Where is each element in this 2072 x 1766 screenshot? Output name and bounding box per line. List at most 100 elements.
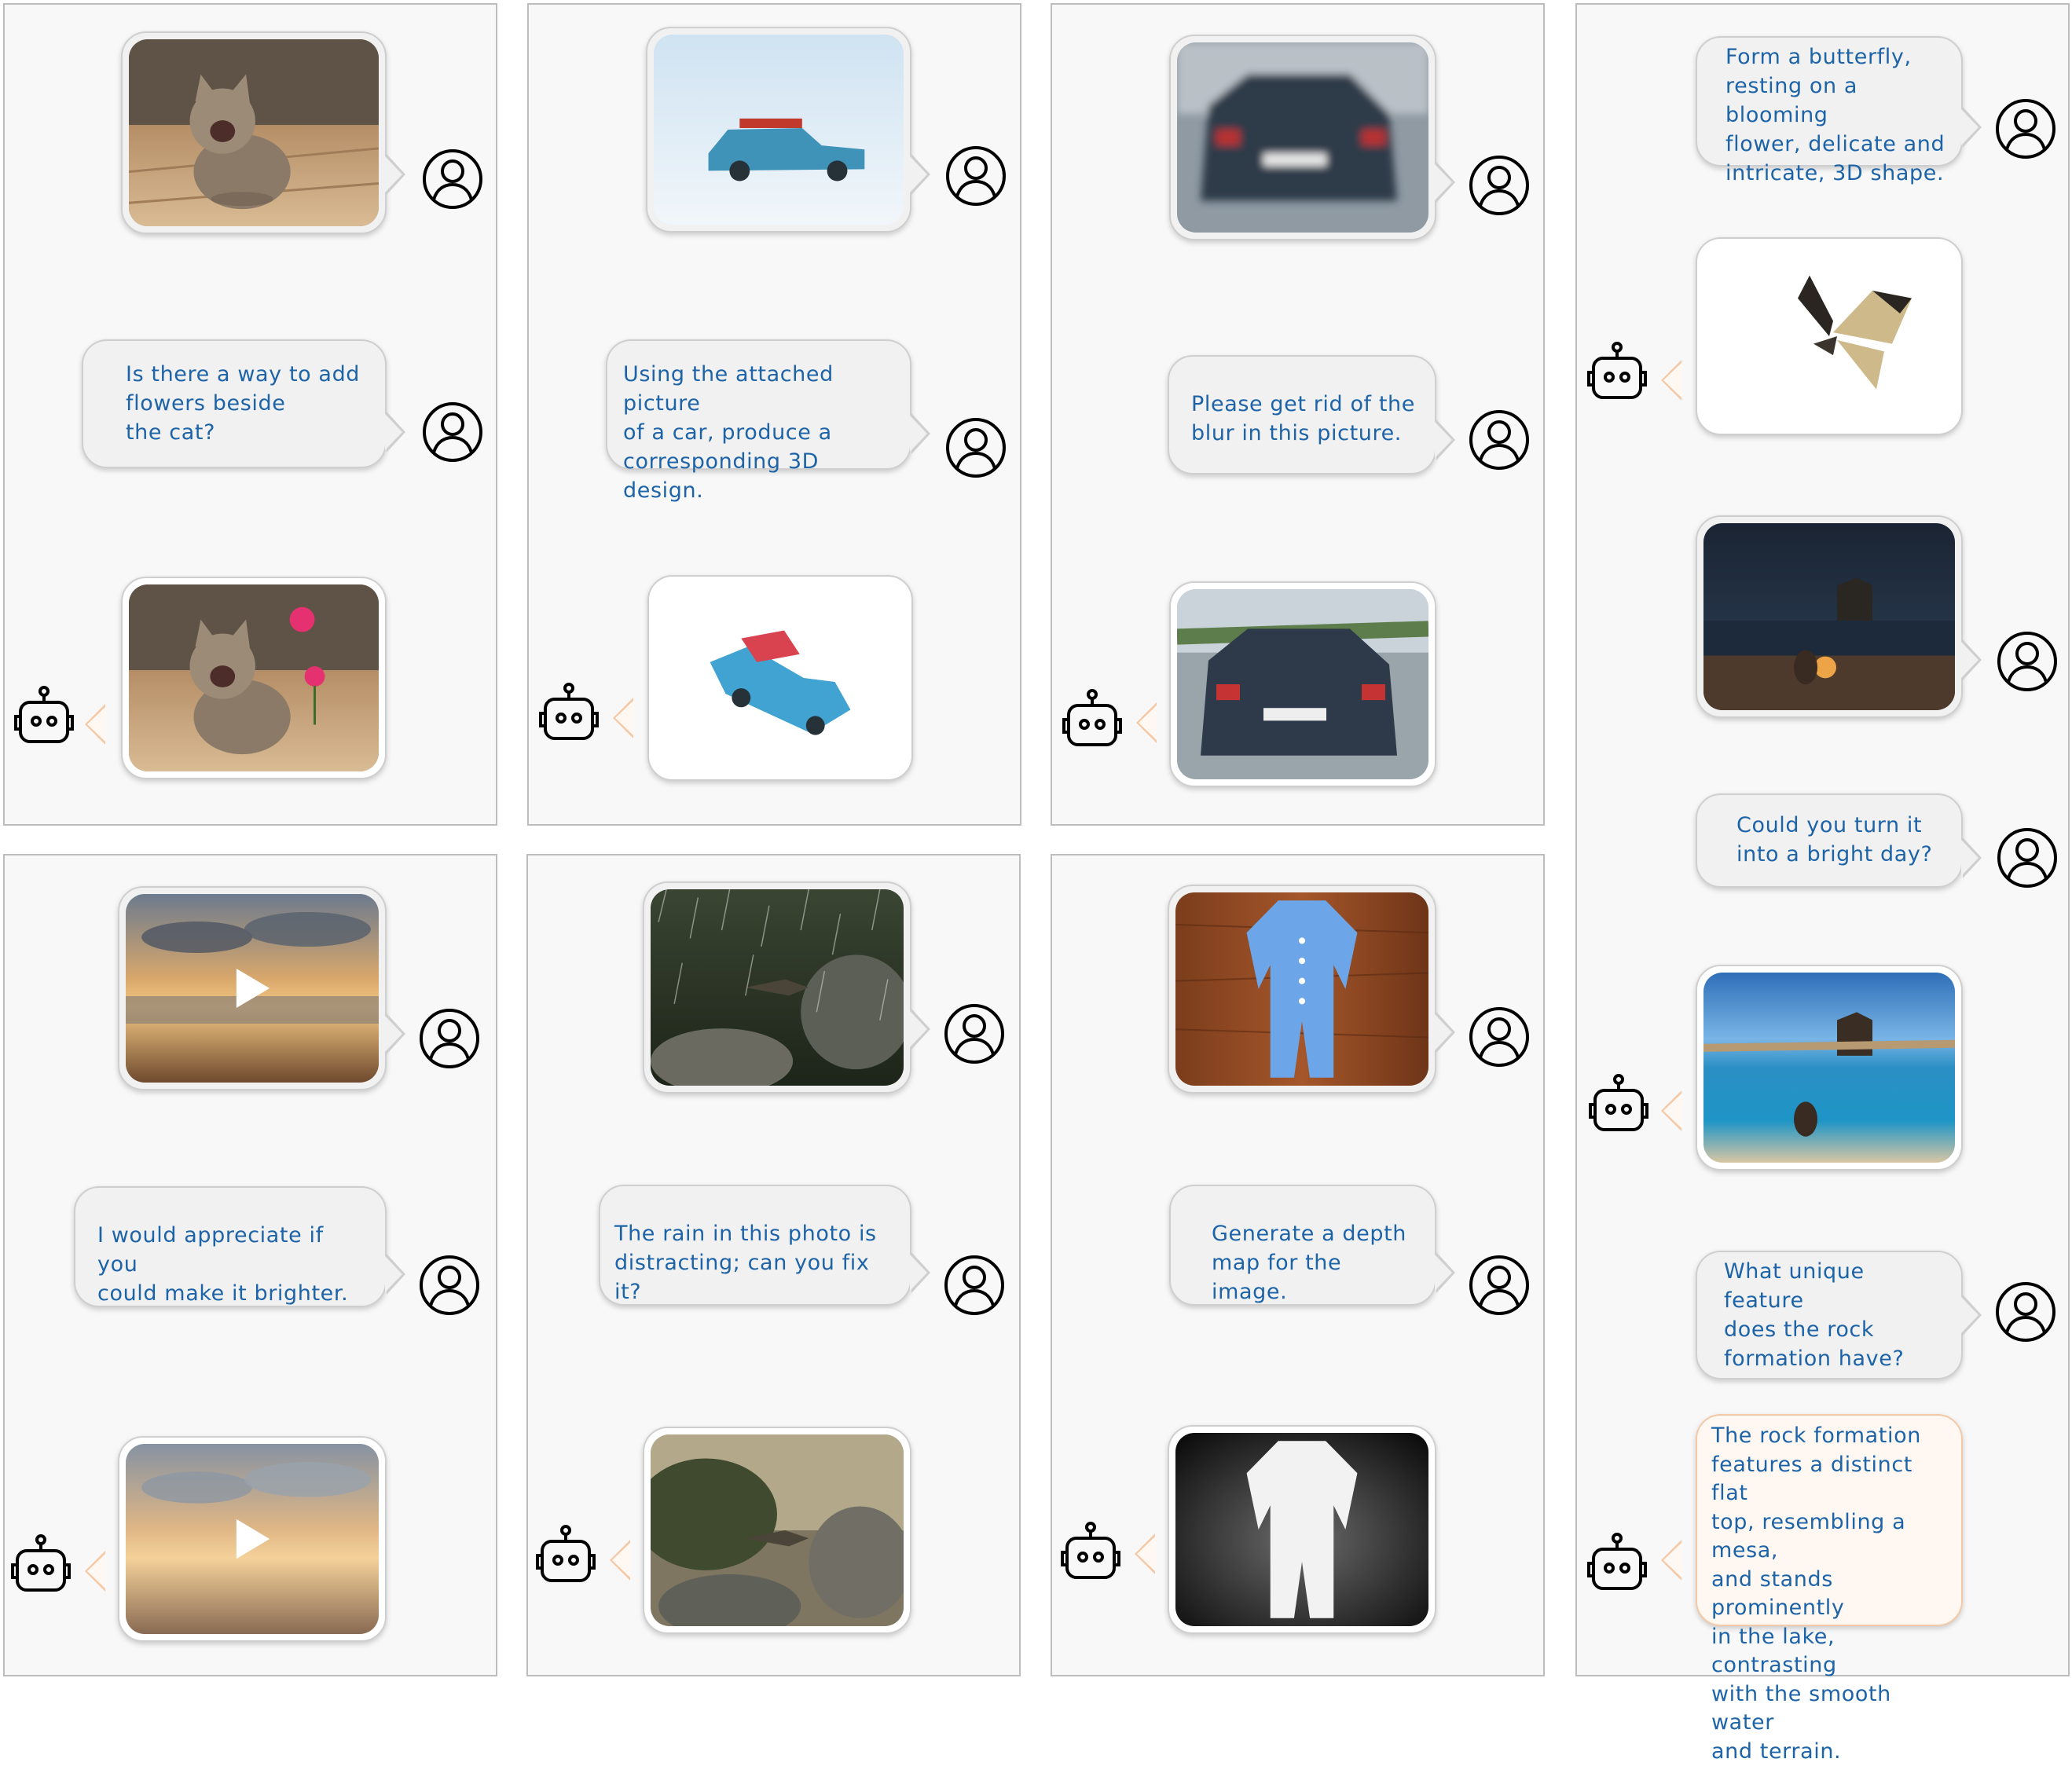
- user-avatar-icon: [944, 416, 1007, 479]
- user-text-bubble: Form a butterfly, resting on a blooming …: [1696, 36, 1963, 185]
- user-image-bubble: [118, 886, 387, 1090]
- user-text-bubble: The rain in this photo is distracting; c…: [599, 1185, 911, 1306]
- sunset-beach-video[interactable]: [126, 894, 379, 1083]
- robot-icon: [534, 1524, 597, 1587]
- user-image-bubble: [646, 27, 911, 233]
- bot-image-bubble: [643, 1427, 911, 1634]
- user-avatar-icon: [1468, 1006, 1531, 1068]
- bot-image-bubble: [647, 575, 913, 781]
- bubble-tail: [1961, 1295, 1982, 1335]
- user-avatar-icon: [418, 1254, 481, 1317]
- bot-image-bubble: [1168, 1425, 1436, 1634]
- bubble-tail: [910, 154, 930, 195]
- night-lake-campfire-photo[interactable]: [1703, 523, 1955, 710]
- bubble-tail: [85, 1551, 106, 1592]
- onesie-depth-map[interactable]: [1175, 1433, 1428, 1626]
- bubble-tail: [1136, 702, 1157, 743]
- bubble-tail: [1961, 107, 1982, 148]
- bird-in-rain-photo[interactable]: [651, 889, 904, 1086]
- user-message: The rain in this photo is distracting; c…: [614, 1222, 877, 1304]
- bubble-tail: [610, 1540, 631, 1581]
- robot-icon: [1587, 1073, 1650, 1136]
- user-image-bubble: [1696, 515, 1963, 718]
- baby-onesie-photo[interactable]: [1175, 892, 1428, 1086]
- bubble-tail: [1435, 162, 1455, 203]
- user-text-bubble: Could you turn it into a bright day?: [1696, 793, 1963, 888]
- user-message: Could you turn it into a bright day?: [1736, 813, 1933, 867]
- robot-icon: [13, 685, 75, 748]
- user-avatar-icon: [944, 145, 1007, 207]
- robot-icon: [1061, 688, 1124, 751]
- user-avatar-icon: [1468, 1254, 1531, 1317]
- bubble-tail: [1661, 1090, 1682, 1131]
- user-message: What unique feature does the rock format…: [1724, 1259, 1905, 1371]
- kitten-photo[interactable]: [129, 39, 379, 226]
- blurry-car-photo[interactable]: [1177, 42, 1428, 233]
- bubble-tail: [385, 412, 405, 452]
- user-message: Form a butterfly, resting on a blooming …: [1725, 45, 1945, 185]
- bubble-tail: [1961, 639, 1982, 680]
- bubble-tail: [85, 704, 106, 745]
- robot-icon: [537, 682, 600, 745]
- bird-without-rain-photo[interactable]: [651, 1434, 904, 1626]
- bot-image-bubble: [121, 577, 387, 779]
- bubble-tail: [385, 1254, 405, 1295]
- user-avatar-icon: [1468, 154, 1531, 217]
- user-text-bubble: Using the attached picture of a car, pro…: [606, 339, 911, 503]
- user-image-bubble: [643, 881, 911, 1094]
- bubble-tail: [1135, 1533, 1156, 1574]
- user-avatar-icon: [1996, 826, 2059, 889]
- user-message: Is there a way to add flowers beside the…: [126, 362, 361, 445]
- bubble-tail: [910, 1252, 930, 1293]
- user-text-bubble: Is there a way to add flowers beside the…: [82, 339, 387, 468]
- user-image-bubble: [121, 31, 387, 234]
- bot-image-bubble: [1696, 237, 1963, 435]
- bot-text-bubble: The rock formation features a distinct f…: [1696, 1414, 1963, 1764]
- blue-car-photo[interactable]: [654, 35, 904, 225]
- bubble-tail: [1435, 1252, 1455, 1293]
- bubble-tail: [1435, 1012, 1455, 1053]
- bubble-tail: [1961, 837, 1982, 878]
- bubble-tail: [1661, 360, 1682, 401]
- user-message: Please get rid of the blur in this pictu…: [1191, 392, 1415, 445]
- user-message: Using the attached picture of a car, pro…: [623, 362, 834, 503]
- user-text-bubble: I would appreciate if you could make it …: [74, 1186, 387, 1307]
- bubble-tail: [1661, 1540, 1682, 1581]
- user-avatar-icon: [1994, 97, 2057, 160]
- deblurred-car-photo[interactable]: [1177, 589, 1428, 779]
- user-avatar-icon: [1994, 1281, 2057, 1343]
- bubble-tail: [1435, 420, 1455, 460]
- butterfly-3d-render[interactable]: [1703, 245, 1955, 427]
- kitten-with-flowers-photo[interactable]: [129, 584, 379, 771]
- user-text-bubble: Generate a depth map for the image.: [1169, 1185, 1436, 1306]
- bot-image-bubble: [1169, 581, 1436, 787]
- robot-icon: [1586, 341, 1648, 404]
- bot-image-bubble: [118, 1436, 387, 1642]
- robot-icon: [1059, 1521, 1122, 1584]
- bot-message: The rock formation features a distinct f…: [1711, 1423, 1921, 1764]
- bot-image-bubble: [1696, 965, 1963, 1171]
- bubble-tail: [385, 154, 405, 195]
- user-message: Generate a depth map for the image.: [1212, 1222, 1406, 1304]
- user-avatar-icon: [1468, 409, 1531, 471]
- user-text-bubble: Please get rid of the blur in this pictu…: [1168, 355, 1436, 474]
- bubble-tail: [910, 413, 930, 454]
- user-image-bubble: [1169, 35, 1436, 240]
- user-avatar-icon: [421, 401, 484, 463]
- daytime-lake-photo[interactable]: [1703, 973, 1955, 1163]
- car-3d-model-render[interactable]: [655, 583, 905, 773]
- user-text-bubble: What unique feature does the rock format…: [1696, 1251, 1963, 1379]
- user-avatar-icon: [418, 1007, 481, 1070]
- user-avatar-icon: [421, 148, 484, 211]
- user-avatar-icon: [943, 1254, 1006, 1317]
- robot-icon: [9, 1533, 72, 1596]
- user-image-bubble: [1168, 885, 1436, 1094]
- brighter-sunset-video[interactable]: [126, 1444, 379, 1634]
- bubble-tail: [613, 698, 634, 738]
- user-avatar-icon: [1996, 630, 2059, 693]
- user-avatar-icon: [943, 1002, 1006, 1065]
- bubble-tail: [385, 1013, 405, 1054]
- user-message: I would appreciate if you could make it …: [97, 1223, 349, 1306]
- robot-icon: [1586, 1532, 1648, 1595]
- bubble-tail: [910, 1009, 930, 1050]
